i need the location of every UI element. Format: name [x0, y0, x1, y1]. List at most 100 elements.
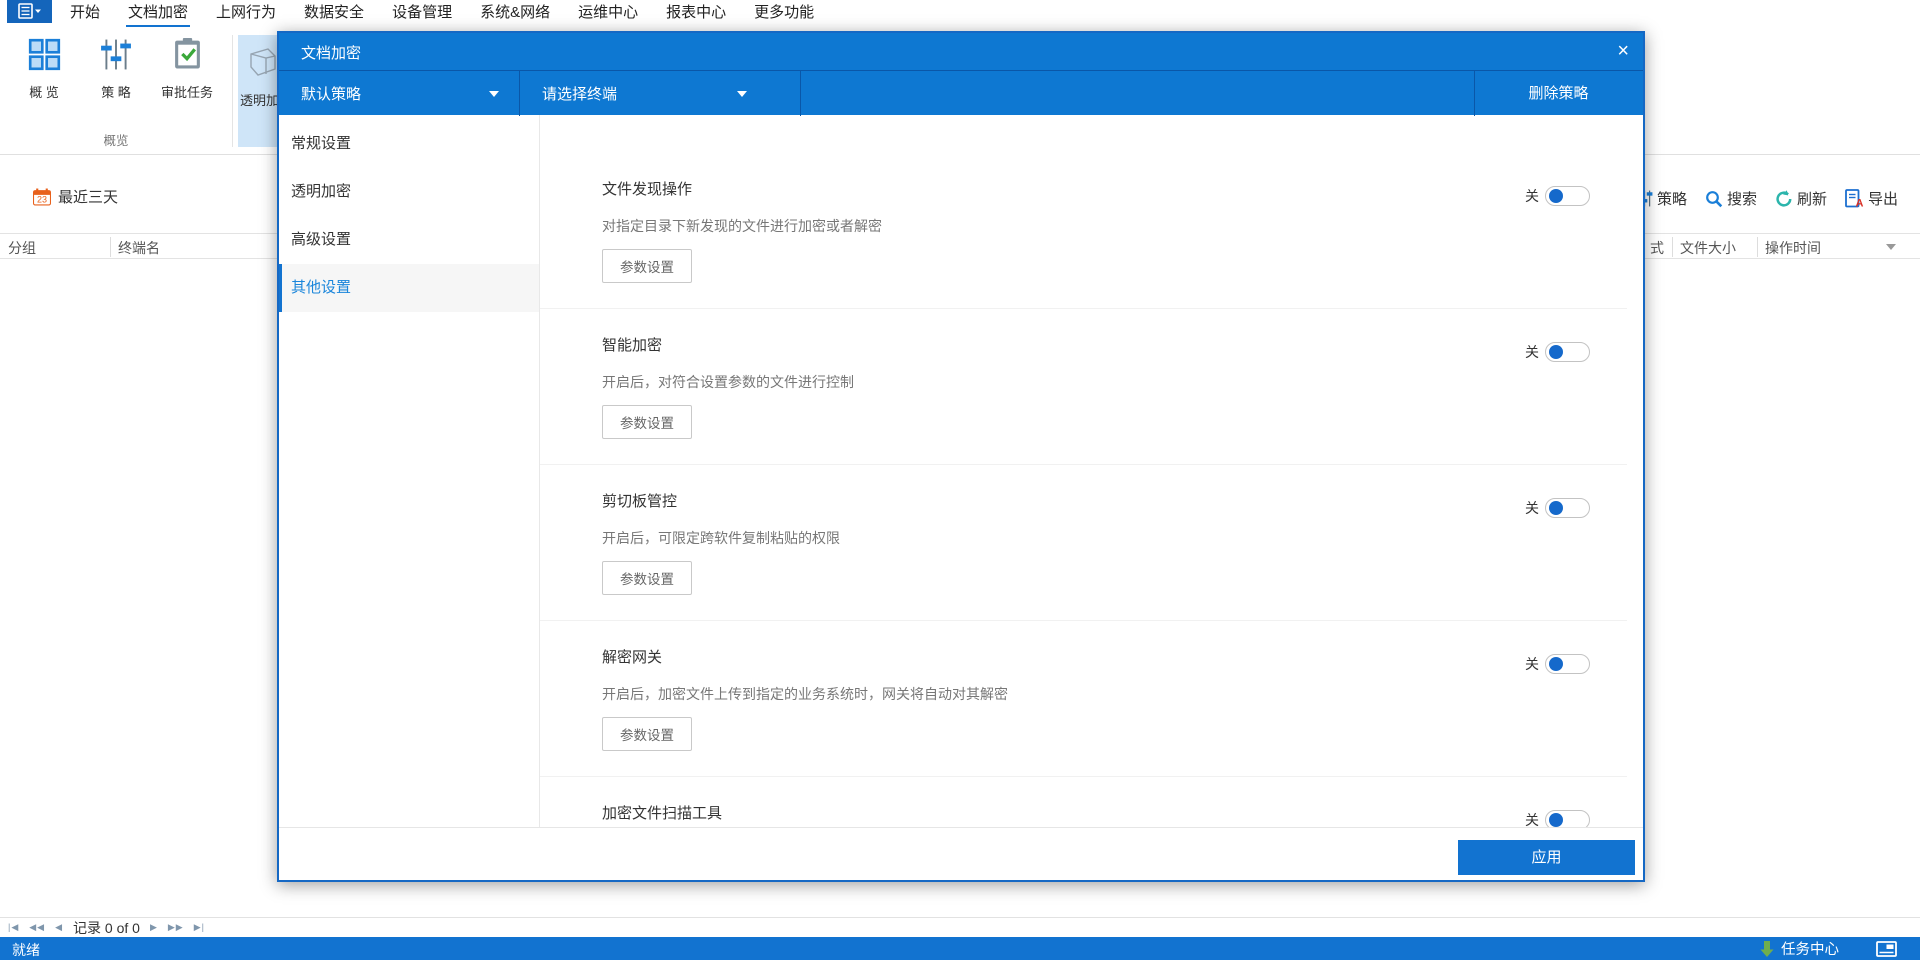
column-separator [110, 237, 111, 257]
search-icon [1706, 190, 1723, 207]
toggle-state-label: 关 [1525, 500, 1539, 516]
date-filter[interactable]: 23 最近三天 [33, 186, 118, 207]
ribbon-policy-button[interactable]: 策 略 [88, 35, 144, 101]
nav-item-other-settings[interactable]: 其他设置 [279, 264, 539, 312]
dialog-settings-list: 文件发现操作 对指定目录下新发现的文件进行加密或者解密 参数设置 关 智能加密 … [540, 115, 1643, 827]
section-encrypted-file-scanner: 加密文件扫描工具 开启后，终端可以使用扫描工具扫描本地磁盘上的加密文件及解密文件… [540, 804, 1643, 827]
prev-page-icon[interactable]: ◀ [55, 922, 63, 933]
chevron-down-icon [489, 91, 499, 97]
task-center-button[interactable]: 任务中心 [1760, 937, 1839, 960]
section-title: 解密网关 [602, 649, 663, 666]
menu-tab-device-mgmt[interactable]: 设备管理 [392, 0, 452, 27]
param-settings-button[interactable]: 参数设置 [602, 405, 692, 439]
section-description: 开启后，加密文件上传到指定的业务系统时，网关将自动对其解密 [602, 686, 1008, 702]
column-separator [1757, 237, 1758, 257]
section-description: 开启后，可限定跨软件复制粘贴的权限 [602, 530, 840, 546]
app-menu-button[interactable] [7, 0, 52, 23]
first-page-icon[interactable]: |◀ [8, 922, 19, 933]
decryption-gateway-toggle[interactable] [1545, 654, 1590, 674]
forward-page-icon[interactable]: ▶▶ [168, 922, 184, 933]
menu-tab-report-center[interactable]: 报表中心 [666, 0, 726, 27]
section-description: 开启后，对符合设置参数的文件进行控制 [602, 374, 854, 390]
column-operation-time: 操作时间 [1765, 240, 1821, 256]
rewind-page-icon[interactable]: ◀◀ [29, 922, 45, 933]
section-title: 加密文件扫描工具 [602, 805, 723, 822]
toggle-state-label: 关 [1525, 656, 1539, 672]
section-smart-encryption: 智能加密 开启后，对符合设置参数的文件进行控制 参数设置 关 [540, 336, 1643, 484]
clipboard-control-toggle[interactable] [1545, 498, 1590, 518]
ribbon-group-label: 概览 [103, 134, 129, 148]
cube-icon [250, 48, 276, 76]
column-separator [1672, 237, 1673, 257]
pagination-bar: |◀ ◀◀ ◀ 记录 0 of 0 ▶ ▶▶ ▶| [0, 917, 1920, 937]
column-partial: 式 [1650, 240, 1664, 256]
section-title: 文件发现操作 [602, 181, 693, 198]
menu-tab-data-security[interactable]: 数据安全 [304, 0, 364, 27]
chevron-down-icon [737, 91, 747, 97]
calendar-icon: 23 [33, 188, 51, 205]
column-file-size: 文件大小 [1680, 240, 1736, 256]
toggle-knob [1549, 813, 1563, 827]
monitor-icon[interactable] [1876, 941, 1897, 957]
grid-icon [28, 38, 60, 71]
doc-encryption-dialog: 文档加密 × 默认策略 请选择终端 删除策略 常规设置 透明加密 高级设置 其他… [277, 31, 1645, 882]
dialog-body: 常规设置 透明加密 高级设置 其他设置 文件发现操作 对指定目录下新发现的文件进… [279, 115, 1643, 827]
menu-tab-doc-encryption[interactable]: 文档加密 [126, 0, 191, 28]
clipboard-check-icon [174, 37, 200, 69]
ribbon-separator [232, 35, 233, 147]
file-discovery-toggle[interactable] [1545, 186, 1590, 206]
section-file-discovery: 文件发现操作 对指定目录下新发现的文件进行加密或者解密 参数设置 关 [540, 180, 1643, 328]
section-clipboard-control: 剪切板管控 开启后，可限定跨软件复制粘贴的权限 参数设置 关 [540, 492, 1643, 640]
menu-tab-web-behavior[interactable]: 上网行为 [216, 0, 276, 27]
date-filter-label: 最近三天 [58, 189, 119, 206]
smart-encryption-toggle[interactable] [1545, 342, 1590, 362]
policy-select-dropdown[interactable]: 默认策略 [279, 71, 519, 116]
section-title: 剪切板管控 [602, 493, 678, 510]
delete-policy-button[interactable]: 删除策略 [1474, 71, 1643, 116]
param-settings-button[interactable]: 参数设置 [602, 249, 692, 283]
menu-tab-system-network[interactable]: 系统&网络 [480, 0, 550, 27]
search-action[interactable]: 搜索 [1705, 188, 1757, 209]
nav-item-general-settings[interactable]: 常规设置 [279, 120, 539, 168]
export-icon: A [1845, 189, 1864, 208]
column-filter-arrow-icon[interactable] [1886, 244, 1896, 250]
nav-item-advanced-settings[interactable]: 高级设置 [279, 216, 539, 264]
sliders-icon [101, 39, 131, 70]
dialog-toolbar: 默认策略 请选择终端 删除策略 [279, 70, 1643, 116]
apply-button[interactable]: 应用 [1458, 840, 1635, 875]
terminal-select-dropdown[interactable]: 请选择终端 [520, 71, 800, 116]
ribbon-overview-button[interactable]: 概 览 [16, 35, 72, 101]
menu-tab-ops-center[interactable]: 运维中心 [578, 0, 638, 27]
param-settings-button[interactable]: 参数设置 [602, 717, 692, 751]
menu-tab-start[interactable]: 开始 [70, 0, 100, 27]
column-terminal-name: 终端名 [118, 240, 160, 256]
menu-bar: 开始 文档加密 上网行为 数据安全 设备管理 系统&网络 运维中心 报表中心 更… [0, 0, 1920, 28]
workspace-actions: 策略 搜索 刷新 A 导出 [1636, 188, 1898, 209]
dialog-nav: 常规设置 透明加密 高级设置 其他设置 [279, 115, 540, 827]
status-text: 就绪 [12, 942, 40, 958]
toolbar-divider [800, 71, 801, 116]
refresh-action[interactable]: 刷新 [1775, 188, 1827, 209]
nav-item-transparent-encryption[interactable]: 透明加密 [279, 168, 539, 216]
export-action[interactable]: A 导出 [1845, 188, 1898, 209]
toggle-knob [1549, 189, 1563, 203]
dialog-footer: 应用 [279, 827, 1643, 880]
param-settings-button[interactable]: 参数设置 [602, 561, 692, 595]
toggle-state-label: 关 [1525, 812, 1539, 827]
svg-text:A: A [1856, 198, 1864, 209]
close-icon[interactable]: × [1617, 37, 1629, 65]
file-scanner-toggle[interactable] [1545, 810, 1590, 827]
download-arrow-icon [1760, 940, 1774, 957]
toggle-state-label: 关 [1525, 344, 1539, 360]
app-menu-icon [17, 3, 41, 19]
menu-tab-more[interactable]: 更多功能 [754, 0, 814, 27]
section-description: 对指定目录下新发现的文件进行加密或者解密 [602, 218, 882, 234]
toggle-knob [1549, 345, 1563, 359]
dialog-titlebar: 文档加密 × [279, 33, 1643, 70]
last-page-icon[interactable]: ▶| [194, 922, 205, 933]
next-page-icon[interactable]: ▶ [150, 922, 158, 933]
dialog-title: 文档加密 [301, 45, 362, 62]
toggle-knob [1549, 501, 1563, 515]
section-decryption-gateway: 解密网关 开启后，加密文件上传到指定的业务系统时，网关将自动对其解密 参数设置 … [540, 648, 1643, 796]
ribbon-approval-tasks-button[interactable]: 审批任务 [155, 35, 219, 101]
